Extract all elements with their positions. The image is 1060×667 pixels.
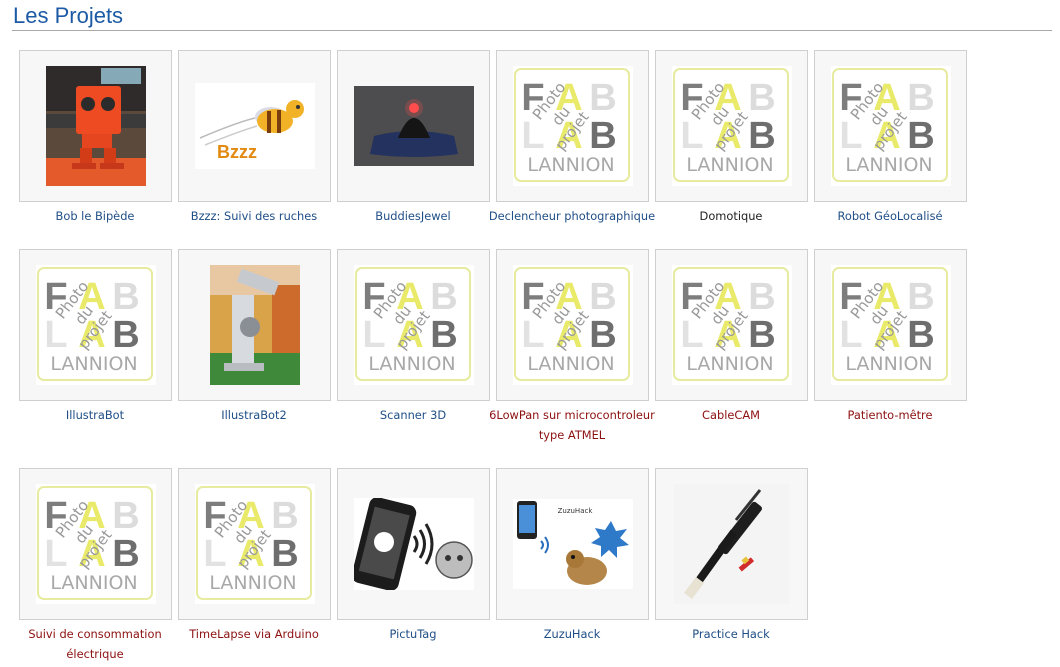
placeholder-city: LANNION — [50, 572, 137, 594]
pictutag-illustration-image — [353, 498, 474, 590]
placeholder-city: LANNION — [845, 353, 932, 375]
bzzz-logo-text: Bzzz — [217, 142, 257, 162]
project-title-link[interactable]: PictuTag — [329, 625, 497, 645]
project-thumbnail[interactable] — [337, 50, 490, 202]
fablab-placeholder-logo: F A BL A BPhotoduprojetLANNION — [353, 265, 474, 385]
placeholder-letter: B — [748, 314, 775, 356]
project-title-link[interactable]: Scanner 3D — [329, 406, 497, 426]
project-title-link[interactable]: Bzzz: Suivi des ruches — [170, 207, 338, 227]
project-thumbnail[interactable]: F A B L A B Photo du projet LANNION — [655, 249, 808, 401]
zuzuhack-logo-text: ZuzuHack — [557, 507, 593, 515]
placeholder-letter: B — [748, 276, 775, 318]
project-title-link[interactable]: Practice Hack — [647, 625, 815, 645]
fablab-placeholder-logo: F A BL A BPhotoduprojetLANNION — [194, 484, 315, 604]
placeholder-letter: B — [589, 77, 616, 119]
placeholder-letter: B — [271, 533, 298, 575]
placeholder-city: LANNION — [686, 353, 773, 375]
placeholder-letter: B — [748, 115, 775, 157]
fablab-placeholder-logo: F A BL A BPhotoduprojetLANNION — [671, 66, 792, 186]
fablab-placeholder-logo: F A BL A BPhotoduprojetLANNION — [512, 66, 633, 186]
placeholder-letter: B — [430, 314, 457, 356]
fablab-placeholder-logo: F A BL A BPhotoduprojetLANNION — [35, 265, 156, 385]
placeholder-city: LANNION — [50, 353, 137, 375]
placeholder-letter: B — [589, 115, 616, 157]
placeholder-city: LANNION — [209, 572, 296, 594]
project-thumbnail[interactable] — [178, 249, 331, 401]
project-thumbnail[interactable]: F A B L A B Photo du projet LANNION — [655, 50, 808, 202]
project-thumbnail[interactable]: F A B L A B Photo du projet LANNION — [814, 249, 967, 401]
project-title-link[interactable]: Suivi de consommation électrique — [11, 625, 179, 664]
practice-hack-photo-image — [674, 484, 789, 604]
project-title-link[interactable]: Declencheur photographique — [488, 207, 656, 227]
project-thumbnail[interactable] — [19, 50, 172, 202]
robot-photo-image — [45, 66, 146, 186]
project-thumbnail[interactable]: F A B L A B Photo du projet LANNION — [178, 468, 331, 620]
project-title-link[interactable]: BuddiesJewel — [329, 207, 497, 227]
placeholder-letter: B — [907, 314, 934, 356]
project-title-link[interactable]: 6LowPan sur microcontroleur type ATMEL — [488, 406, 656, 445]
placeholder-letter: B — [589, 276, 616, 318]
placeholder-city: LANNION — [368, 353, 455, 375]
placeholder-letter: B — [907, 276, 934, 318]
project-title-link[interactable]: Patiento-mêtre — [806, 406, 974, 426]
placeholder-letter: B — [430, 276, 457, 318]
project-title-link[interactable]: IllustraBot — [11, 406, 179, 426]
placeholder-letter: B — [271, 495, 298, 537]
project-title-link[interactable]: Bob le Bipède — [11, 207, 179, 227]
placeholder-letter: B — [112, 495, 139, 537]
placeholder-letter: B — [112, 276, 139, 318]
fablab-placeholder-logo: F A BL A BPhotoduprojetLANNION — [512, 265, 633, 385]
placeholder-letter: B — [112, 533, 139, 575]
buddiesjewel-photo-image — [353, 86, 474, 166]
project-thumbnail[interactable]: F A B L A B Photo du projet LANNION — [337, 249, 490, 401]
project-thumbnail[interactable]: F A B L A B Photo du projet LANNION — [19, 468, 172, 620]
placeholder-letter: B — [112, 314, 139, 356]
bzzz-logo-image: Bzzz — [194, 83, 315, 169]
page-title: Les Projets — [13, 3, 124, 28]
placeholder-city: LANNION — [527, 154, 614, 176]
project-title-link[interactable]: Robot GéoLocalisé — [806, 207, 974, 227]
zuzuhack-illustration-image: ZuzuHack — [512, 499, 633, 589]
placeholder-city: LANNION — [527, 353, 614, 375]
fablab-placeholder-logo: F A BL A BPhotoduprojetLANNION — [35, 484, 156, 604]
project-title-link[interactable]: ZuzuHack — [488, 625, 656, 645]
placeholder-letter: B — [907, 77, 934, 119]
placeholder-letter: B — [748, 77, 775, 119]
fablab-placeholder-logo: F A BL A BPhotoduprojetLANNION — [830, 66, 951, 186]
project-title-link[interactable]: IllustraBot2 — [170, 406, 338, 426]
placeholder-letter: B — [589, 314, 616, 356]
project-thumbnail[interactable] — [337, 468, 490, 620]
fablab-placeholder-logo: F A BL A BPhotoduprojetLANNION — [830, 265, 951, 385]
project-thumbnail[interactable] — [655, 468, 808, 620]
placeholder-city: LANNION — [686, 154, 773, 176]
illustrabot2-photo-image — [209, 265, 300, 385]
placeholder-letter: B — [907, 115, 934, 157]
placeholder-city: LANNION — [845, 154, 932, 176]
fablab-placeholder-logo: F A BL A BPhotoduprojetLANNION — [671, 265, 792, 385]
title-divider — [12, 30, 1052, 31]
project-title-link[interactable]: Domotique — [647, 207, 815, 227]
project-thumbnail[interactable]: ZuzuHack — [496, 468, 649, 620]
project-thumbnail[interactable]: F A B L A B Photo du projet LANNION — [496, 50, 649, 202]
project-thumbnail[interactable]: Bzzz — [178, 50, 331, 202]
project-thumbnail[interactable]: F A B L A B Photo du projet LANNION — [19, 249, 172, 401]
project-thumbnail[interactable]: F A B L A B Photo du projet LANNION — [814, 50, 967, 202]
project-title-link[interactable]: CableCAM — [647, 406, 815, 426]
project-thumbnail[interactable]: F A B L A B Photo du projet LANNION — [496, 249, 649, 401]
project-title-link[interactable]: TimeLapse via Arduino — [170, 625, 338, 645]
